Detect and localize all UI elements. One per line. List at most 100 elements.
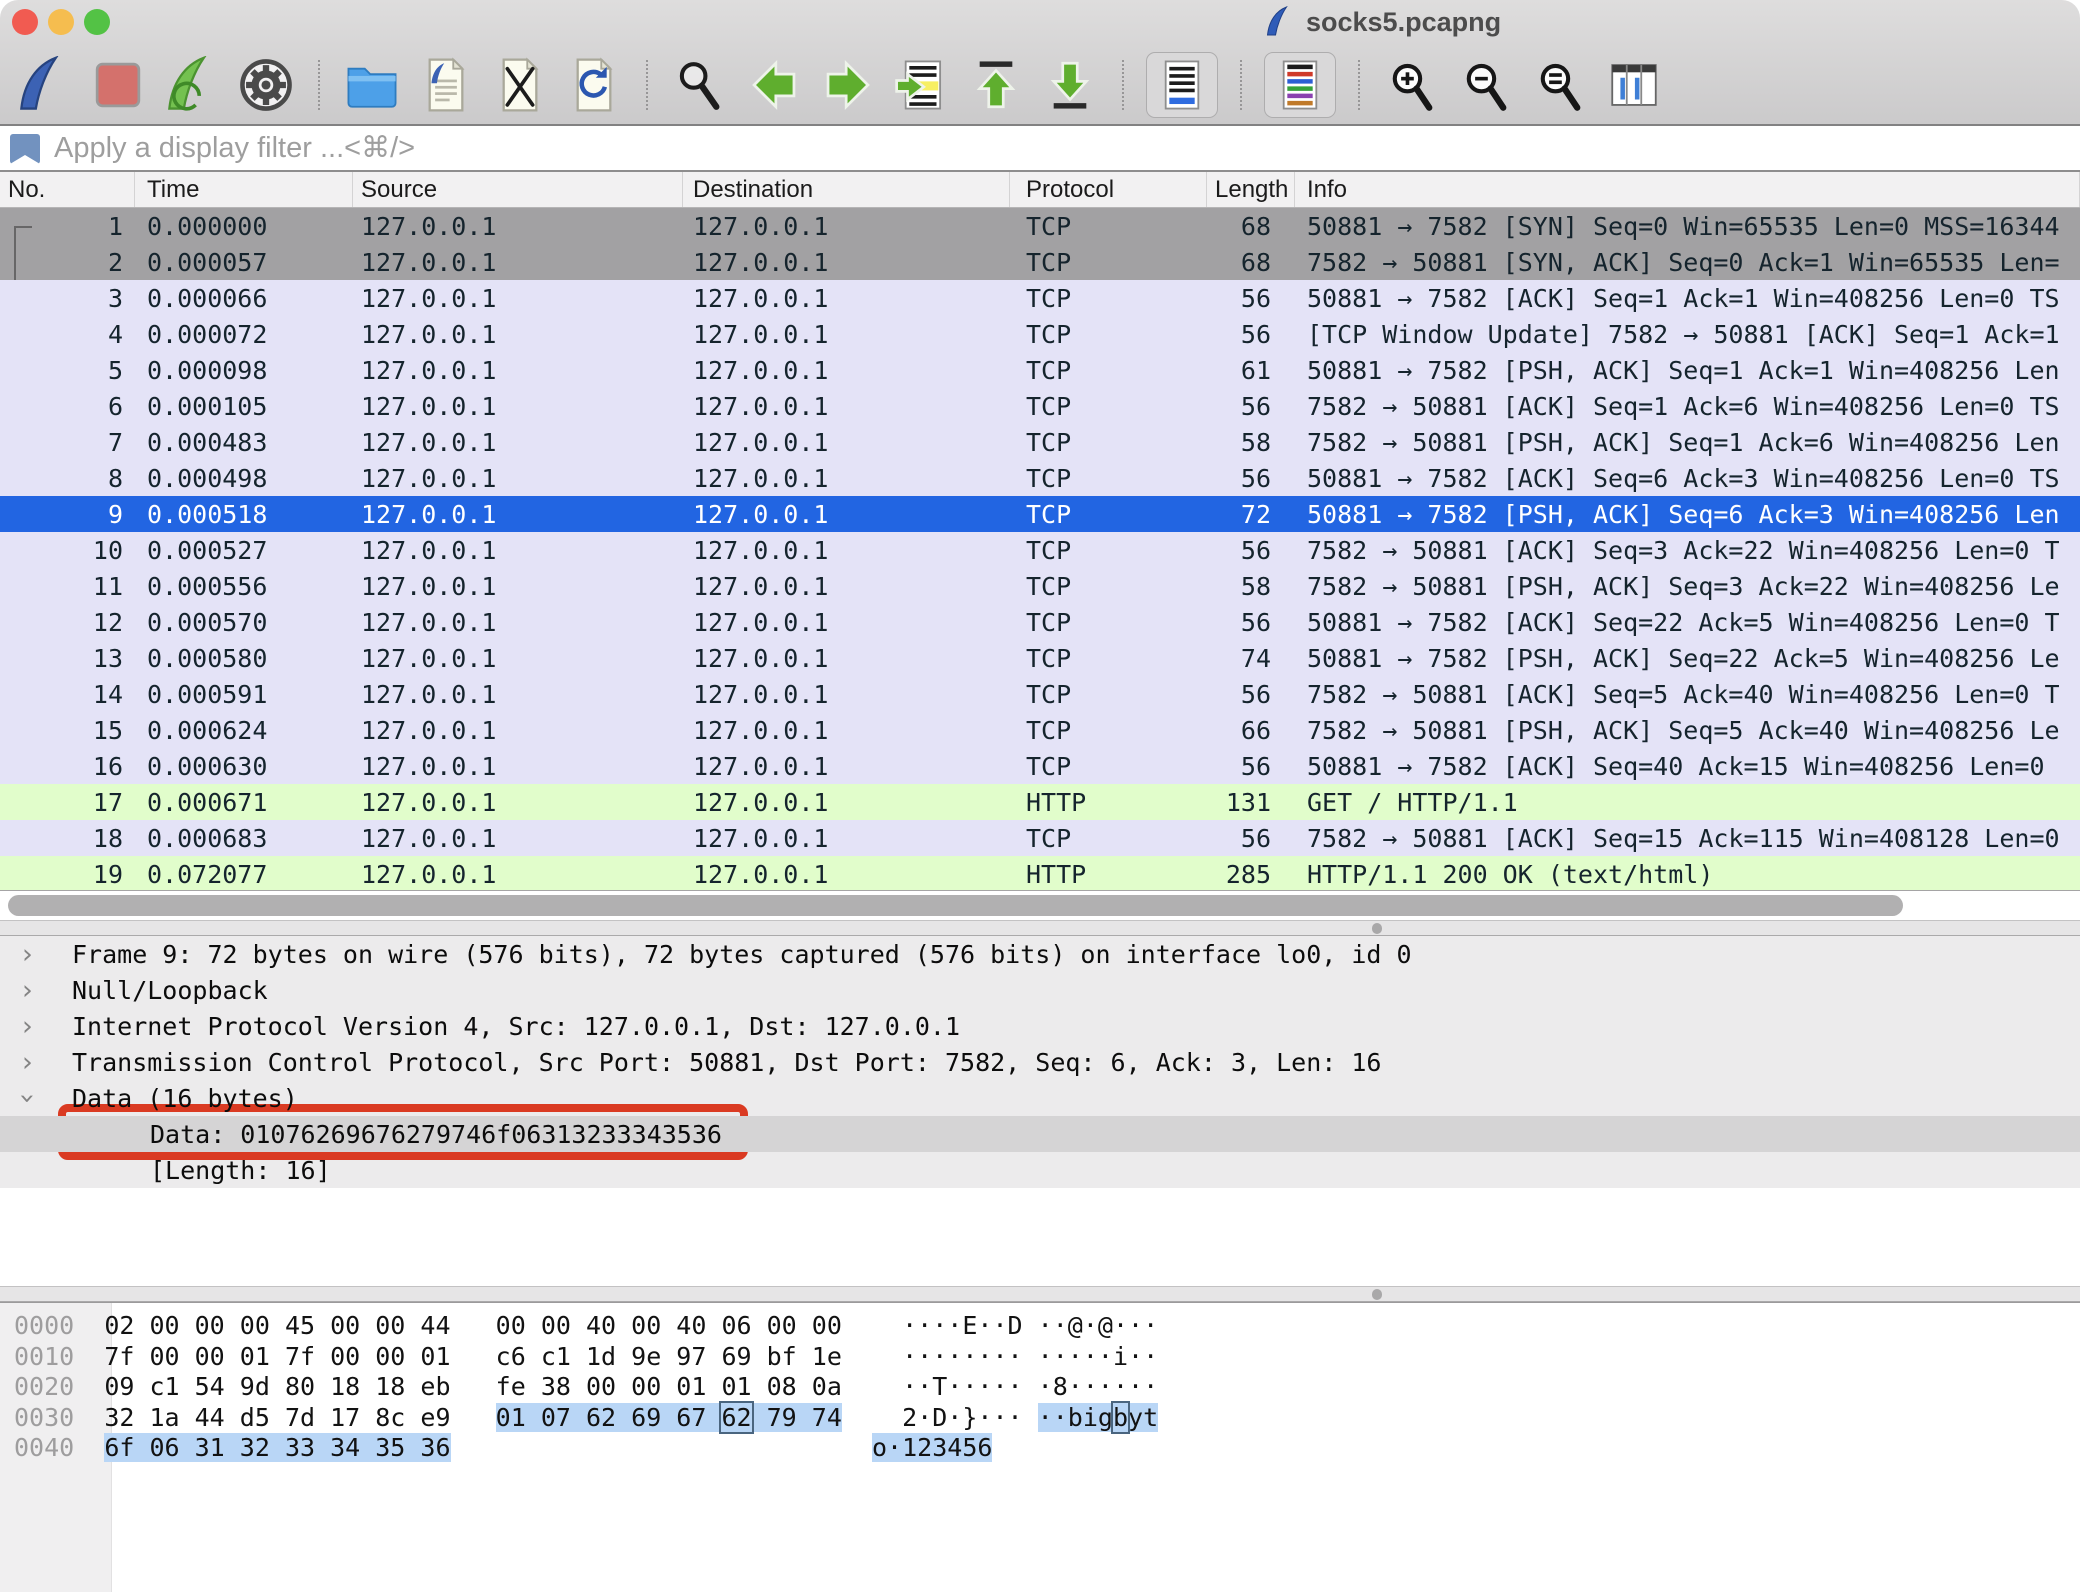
- detail-line[interactable]: ›Transmission Control Protocol, Src Port…: [0, 1044, 2080, 1080]
- hex-byte: 40: [676, 1311, 721, 1340]
- cell-src: 127.0.0.1: [353, 352, 683, 388]
- restart-capture-button[interactable]: [162, 55, 222, 115]
- cell-info: 50881 → 7582 [ACK] Seq=6 Ack=3 Win=40825…: [1295, 460, 2080, 496]
- stop-capture-button[interactable]: [88, 55, 148, 115]
- resize-columns-button[interactable]: [1604, 55, 1664, 115]
- go-to-packet-button[interactable]: [892, 55, 952, 115]
- packet-row-2[interactable]: 20.000057127.0.0.1127.0.0.1TCP687582 → 5…: [0, 244, 2080, 280]
- packet-row-7[interactable]: 70.000483127.0.0.1127.0.0.1TCP587582 → 5…: [0, 424, 2080, 460]
- packet-row-14[interactable]: 140.000591127.0.0.1127.0.0.1TCP567582 → …: [0, 676, 2080, 712]
- close-file-button[interactable]: [490, 55, 550, 115]
- save-file-button[interactable]: [416, 55, 476, 115]
- reload-file-button[interactable]: [564, 55, 624, 115]
- hex-ascii-char: ·: [1068, 1372, 1083, 1401]
- hex-byte: 0a: [812, 1372, 842, 1401]
- cell-dst: 127.0.0.1: [683, 280, 1010, 316]
- packet-row-16[interactable]: 160.000630127.0.0.1127.0.0.1TCP5650881 →…: [0, 748, 2080, 784]
- close-window-button[interactable]: [12, 9, 38, 35]
- colorize-button[interactable]: [1270, 55, 1330, 115]
- column-header-no[interactable]: No.: [0, 172, 135, 207]
- expand-icon[interactable]: ›: [22, 975, 33, 1006]
- detail-line[interactable]: ›Data (16 bytes): [0, 1080, 2080, 1116]
- detail-line[interactable]: Data: 01076269676279746f06313233343536: [0, 1116, 2080, 1152]
- hex-ascii-char: ·: [947, 1403, 962, 1432]
- hex-ascii-char: ·: [1128, 1342, 1143, 1371]
- zoom-window-button[interactable]: [84, 9, 110, 35]
- go-back-button[interactable]: [744, 55, 804, 115]
- column-header-length[interactable]: Length: [1207, 172, 1295, 207]
- expand-icon[interactable]: ›: [22, 1047, 33, 1078]
- column-header-info[interactable]: Info: [1295, 172, 2080, 207]
- packet-row-5[interactable]: 50.000098127.0.0.1127.0.0.1TCP6150881 → …: [0, 352, 2080, 388]
- wireshark-fin-button[interactable]: [14, 55, 74, 115]
- packet-row-9[interactable]: 90.000518127.0.0.1127.0.0.1TCP7250881 → …: [0, 496, 2080, 532]
- detail-line[interactable]: ›Internet Protocol Version 4, Src: 127.0…: [0, 1008, 2080, 1044]
- packet-row-15[interactable]: 150.000624127.0.0.1127.0.0.1TCP667582 → …: [0, 712, 2080, 748]
- hex-byte: 00: [195, 1342, 240, 1371]
- packet-row-10[interactable]: 100.000527127.0.0.1127.0.0.1TCP567582 → …: [0, 532, 2080, 568]
- expand-icon[interactable]: ›: [22, 1011, 33, 1042]
- pane-splitter-top[interactable]: [0, 920, 2080, 936]
- open-file-button[interactable]: [342, 55, 402, 115]
- pane-splitter-bottom[interactable]: [0, 1286, 2080, 1302]
- auto-scroll-toggle[interactable]: [1146, 52, 1218, 118]
- cell-len: 56: [1207, 460, 1295, 496]
- packet-row-17[interactable]: 170.000671127.0.0.1127.0.0.1HTTP131GET /…: [0, 784, 2080, 820]
- packet-row-4[interactable]: 40.000072127.0.0.1127.0.0.1TCP56[TCP Win…: [0, 316, 2080, 352]
- packet-row-6[interactable]: 60.000105127.0.0.1127.0.0.1TCP567582 → 5…: [0, 388, 2080, 424]
- hex-row-0040[interactable]: 0040 6f 06 31 32 33 34 35 36 o·123456: [0, 1433, 1158, 1464]
- packet-row-19[interactable]: 190.072077127.0.0.1127.0.0.1HTTP285HTTP/…: [0, 856, 2080, 890]
- auto-scroll-button[interactable]: [1152, 55, 1212, 115]
- detail-line[interactable]: [Length: 16]: [0, 1152, 2080, 1188]
- packet-row-8[interactable]: 80.000498127.0.0.1127.0.0.1TCP5650881 → …: [0, 460, 2080, 496]
- hex-row-0020[interactable]: 0020 09 c1 54 9d 80 18 18 eb fe 38 00 00…: [0, 1372, 1158, 1403]
- detail-line[interactable]: ›Null/Loopback: [0, 972, 2080, 1008]
- colorize-toggle[interactable]: [1264, 52, 1336, 118]
- cell-len: 58: [1207, 568, 1295, 604]
- go-last-button[interactable]: [1040, 55, 1100, 115]
- cell-no: 8: [0, 460, 135, 496]
- capture-options-button[interactable]: [236, 55, 296, 115]
- hex-byte: 00: [541, 1311, 586, 1340]
- hex-byte: 34: [330, 1433, 375, 1462]
- filter-bookmark-icon[interactable]: [10, 134, 40, 164]
- zoom-out-button[interactable]: [1456, 55, 1516, 115]
- hex-row-0010[interactable]: 0010 7f 00 00 01 7f 00 00 01 c6 c1 1d 9e…: [0, 1342, 1158, 1373]
- hex-ascii-char: ·: [1143, 1372, 1158, 1401]
- cell-src: 127.0.0.1: [353, 712, 683, 748]
- hex-byte: 7d: [285, 1403, 330, 1432]
- column-header-protocol[interactable]: Protocol: [1010, 172, 1207, 207]
- minimize-window-button[interactable]: [48, 9, 74, 35]
- display-filter-input[interactable]: [52, 126, 1652, 170]
- hex-ascii-char: ·: [887, 1433, 902, 1462]
- packet-row-11[interactable]: 110.000556127.0.0.1127.0.0.1TCP587582 → …: [0, 568, 2080, 604]
- go-forward-button[interactable]: [818, 55, 878, 115]
- cell-info: 50881 → 7582 [PSH, ACK] Seq=6 Ack=3 Win=…: [1295, 496, 2080, 532]
- packet-row-12[interactable]: 120.000570127.0.0.1127.0.0.1TCP5650881 →…: [0, 604, 2080, 640]
- hex-offset: 0030: [14, 1403, 104, 1432]
- hex-row-0000[interactable]: 0000 02 00 00 00 45 00 00 44 00 00 40 00…: [0, 1311, 1158, 1342]
- packet-row-13[interactable]: 130.000580127.0.0.1127.0.0.1TCP7450881 →…: [0, 640, 2080, 676]
- packet-row-3[interactable]: 30.000066127.0.0.1127.0.0.1TCP5650881 → …: [0, 280, 2080, 316]
- hex-byte: 02: [104, 1311, 149, 1340]
- zoom-in-button[interactable]: [1382, 55, 1442, 115]
- find-packet-button[interactable]: [670, 55, 730, 115]
- hex-ascii-char: E: [962, 1311, 977, 1340]
- column-header-source[interactable]: Source: [353, 172, 683, 207]
- packet-row-18[interactable]: 180.000683127.0.0.1127.0.0.1TCP567582 → …: [0, 820, 2080, 856]
- zoom-100-button[interactable]: [1530, 55, 1590, 115]
- collapse-icon[interactable]: ›: [12, 1093, 43, 1104]
- expand-icon[interactable]: ›: [22, 939, 33, 970]
- hex-row-0030[interactable]: 0030 32 1a 44 d5 7d 17 8c e9 01 07 62 69…: [0, 1403, 1158, 1434]
- hex-byte: 00: [586, 1372, 631, 1401]
- horizontal-scrollbar-thumb[interactable]: [8, 895, 1903, 916]
- column-header-destination[interactable]: Destination: [683, 172, 1010, 207]
- hex-byte: 06: [149, 1433, 194, 1462]
- detail-line[interactable]: ›Frame 9: 72 bytes on wire (576 bits), 7…: [0, 936, 2080, 972]
- splitter-handle-icon[interactable]: [1372, 1289, 1382, 1300]
- packet-row-1[interactable]: 10.000000127.0.0.1127.0.0.1TCP6850881 → …: [0, 208, 2080, 244]
- column-header-time[interactable]: Time: [135, 172, 353, 207]
- go-first-button[interactable]: [966, 55, 1026, 115]
- cell-time: 0.000483: [135, 424, 353, 460]
- splitter-handle-icon[interactable]: [1372, 923, 1382, 934]
